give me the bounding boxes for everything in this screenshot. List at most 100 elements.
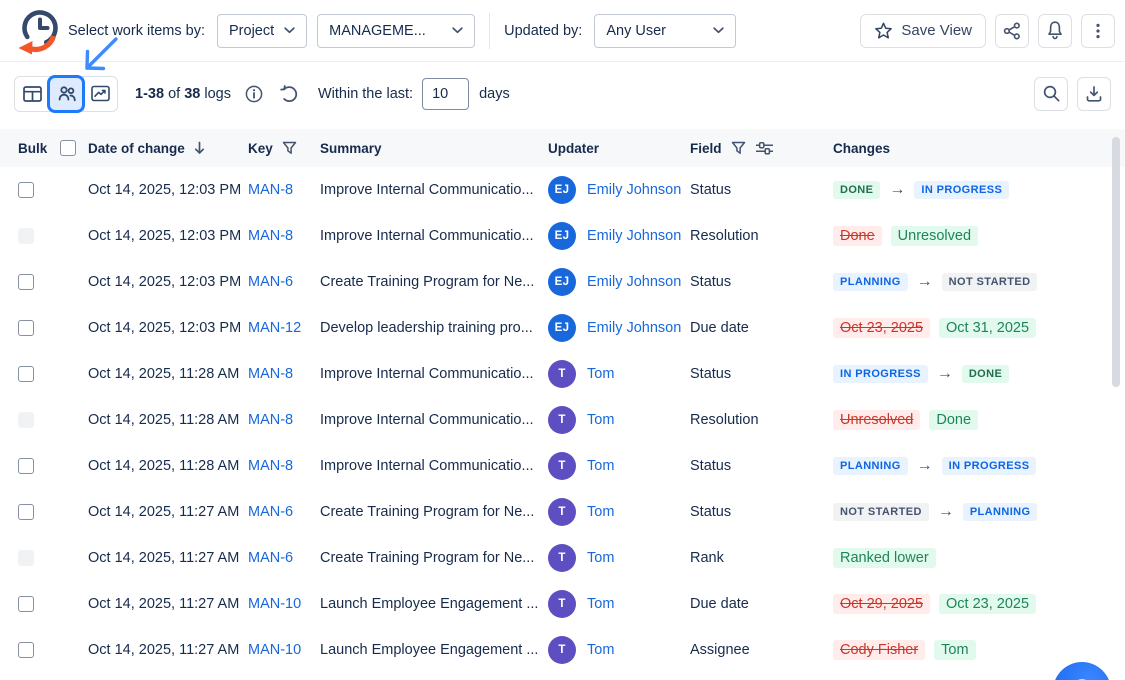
work-item-key[interactable]: MAN-8: [248, 366, 293, 382]
select-work-items-label: Select work items by:: [68, 23, 205, 39]
change-date: Oct 14, 2025, 12:03 PM: [88, 274, 241, 290]
work-item-key[interactable]: MAN-10: [248, 642, 301, 658]
row-checkbox[interactable]: [18, 596, 34, 612]
updater-avatar: T: [548, 636, 576, 664]
row-checkbox[interactable]: [18, 274, 34, 290]
table-view-button[interactable]: [15, 77, 49, 111]
updater-name[interactable]: Tom: [587, 596, 614, 612]
transition-arrow-icon: →: [917, 274, 933, 290]
field-settings-sliders-icon[interactable]: [755, 141, 774, 155]
days-input[interactable]: [422, 78, 469, 110]
row-checkbox[interactable]: [18, 366, 34, 382]
updater-name[interactable]: Emily Johnson: [587, 228, 681, 244]
select-all-checkbox[interactable]: [60, 140, 76, 156]
download-button[interactable]: [1077, 77, 1111, 111]
sort-descending-icon[interactable]: [194, 141, 205, 155]
app-logo-clock-icon: [14, 5, 60, 57]
row-checkbox: [18, 550, 34, 566]
work-item-key[interactable]: MAN-6: [248, 504, 293, 520]
updater-name[interactable]: Tom: [587, 504, 614, 520]
field-column-label: Field: [690, 141, 722, 156]
table-row: Oct 14, 2025, 11:27 AMMAN-10Launch Emplo…: [0, 627, 1125, 673]
chart-view-button[interactable]: [83, 77, 117, 111]
share-button[interactable]: [995, 14, 1029, 48]
updater-name[interactable]: Tom: [587, 458, 614, 474]
changes-cell: Done Unresolved: [833, 226, 1125, 246]
field-filter-icon[interactable]: [731, 141, 746, 155]
change-date: Oct 14, 2025, 12:03 PM: [88, 182, 241, 198]
row-checkbox[interactable]: [18, 504, 34, 520]
updater-name[interactable]: Tom: [587, 366, 614, 382]
project-value-dropdown[interactable]: MANAGEME...: [317, 14, 475, 48]
updated-by-dropdown[interactable]: Any User: [594, 14, 736, 48]
more-menu-button[interactable]: [1081, 14, 1115, 48]
change-date: Oct 14, 2025, 11:28 AM: [88, 412, 239, 428]
people-icon: [57, 85, 77, 102]
table-row: Oct 14, 2025, 11:28 AMMAN-8Improve Inter…: [0, 443, 1125, 489]
work-item-summary: Improve Internal Communicatio...: [320, 412, 534, 428]
removed-value: Oct 23, 2025: [833, 318, 930, 338]
people-view-button[interactable]: [49, 77, 83, 111]
updater-name[interactable]: Tom: [587, 550, 614, 566]
work-item-key[interactable]: MAN-6: [248, 550, 293, 566]
chevron-down-icon: [284, 27, 295, 34]
work-item-key[interactable]: MAN-6: [248, 274, 293, 290]
work-item-key[interactable]: MAN-8: [248, 458, 293, 474]
work-item-key[interactable]: MAN-10: [248, 596, 301, 612]
updater-name[interactable]: Emily Johnson: [587, 320, 681, 336]
transition-arrow-icon: →: [937, 366, 953, 382]
updater-name[interactable]: Tom: [587, 412, 614, 428]
updater-avatar: EJ: [548, 176, 576, 204]
changed-field: Status: [690, 274, 731, 290]
updater-avatar: EJ: [548, 314, 576, 342]
status-badge-from: PLANNING: [833, 457, 908, 475]
row-checkbox[interactable]: [18, 642, 34, 658]
table-row: Oct 14, 2025, 11:28 AM MAN-8 Improve Inter…: [0, 397, 1125, 443]
changed-field: Status: [690, 504, 731, 520]
top-bar: Select work items by: Project MANAGEME..…: [0, 0, 1125, 62]
work-item-summary: Improve Internal Communicatio...: [320, 228, 534, 244]
updater-name[interactable]: Emily Johnson: [587, 182, 681, 198]
row-checkbox[interactable]: [18, 320, 34, 336]
search-button[interactable]: [1034, 77, 1068, 111]
changes-cell: IN PROGRESS→DONE: [833, 365, 1125, 383]
changed-field: Resolution: [690, 412, 759, 428]
work-item-key[interactable]: MAN-12: [248, 320, 301, 336]
change-date: Oct 14, 2025, 11:27 AM: [88, 596, 239, 612]
added-value: Unresolved: [891, 226, 978, 246]
updater-name[interactable]: Tom: [587, 642, 614, 658]
table-header: Bulk Date of change Key Summary Updater …: [0, 129, 1125, 167]
transition-arrow-icon: →: [938, 504, 954, 520]
updater-name[interactable]: Emily Johnson: [587, 274, 681, 290]
work-item-summary: Create Training Program for Ne...: [320, 274, 534, 290]
table-icon: [23, 86, 42, 102]
key-filter-icon[interactable]: [282, 141, 297, 155]
row-checkbox[interactable]: [18, 182, 34, 198]
removed-value: Done: [833, 226, 882, 246]
vertical-scrollbar[interactable]: [1112, 137, 1120, 387]
star-icon: [874, 22, 893, 40]
changed-field: Due date: [690, 596, 749, 612]
table-row: Oct 14, 2025, 12:03 PM MAN-6 Create Traini…: [0, 259, 1125, 305]
change-date: Oct 14, 2025, 12:03 PM: [88, 320, 241, 336]
table-body: Oct 14, 2025, 12:03 PM MAN-8 Improve Inter…: [0, 167, 1125, 673]
table-row: Oct 14, 2025, 12:03 PMMAN-12Develop lead…: [0, 305, 1125, 351]
change-date: Oct 14, 2025, 11:28 AM: [88, 458, 239, 474]
work-item-key[interactable]: MAN-8: [248, 182, 293, 198]
work-item-key[interactable]: MAN-8: [248, 228, 293, 244]
status-badge-to: IN PROGRESS: [914, 181, 1009, 199]
updated-by-label: Updated by:: [504, 23, 582, 39]
select-by-dropdown[interactable]: Project: [217, 14, 307, 48]
row-checkbox[interactable]: [18, 458, 34, 474]
work-item-key[interactable]: MAN-8: [248, 412, 293, 428]
info-button[interactable]: [244, 84, 264, 104]
updater-avatar: EJ: [548, 222, 576, 250]
info-icon: [244, 84, 264, 104]
notifications-button[interactable]: [1038, 14, 1072, 48]
status-badge-from: PLANNING: [833, 273, 908, 291]
refresh-icon: [279, 84, 299, 104]
save-view-button[interactable]: Save View: [860, 14, 986, 48]
refresh-button[interactable]: [279, 84, 299, 104]
chart-icon: [91, 85, 110, 102]
updater-avatar: T: [548, 360, 576, 388]
